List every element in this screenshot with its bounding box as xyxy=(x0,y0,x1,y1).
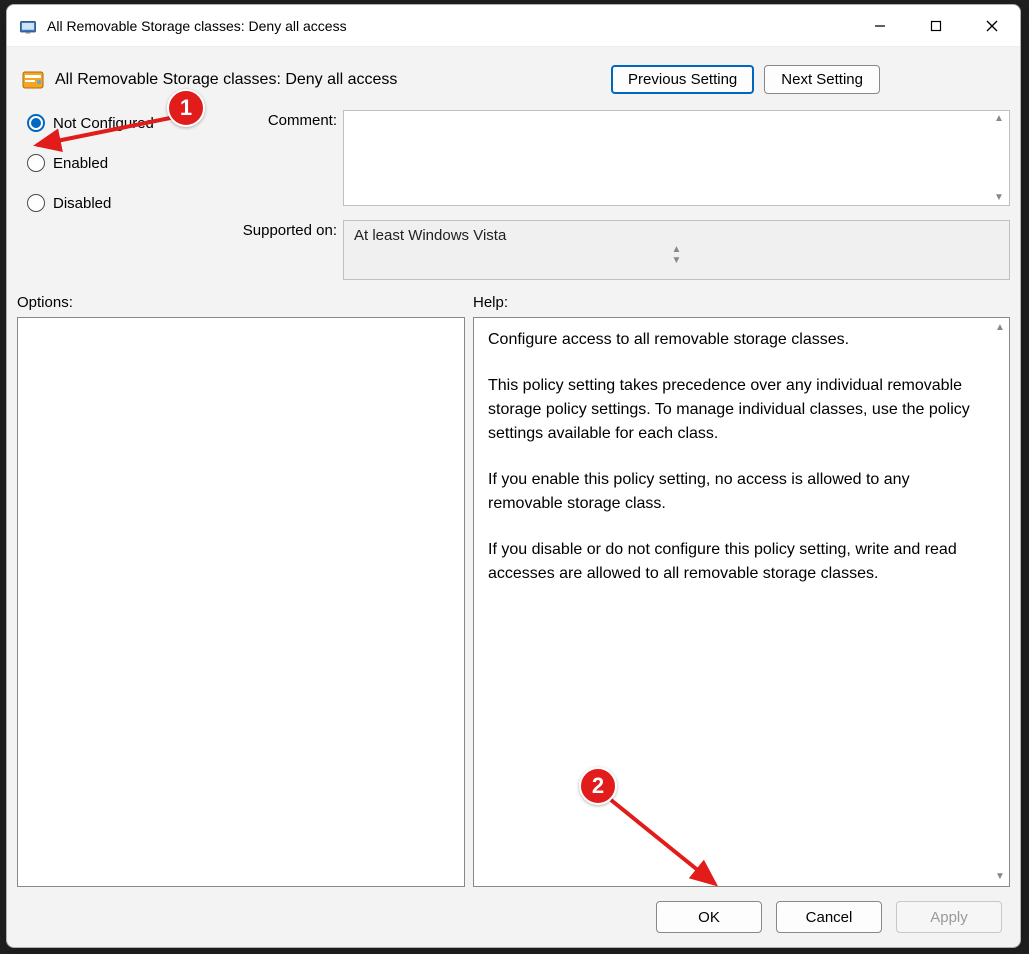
state-radios: Not Configured Enabled Disabled xyxy=(17,110,197,280)
help-text: Configure access to all removable storag… xyxy=(474,318,991,886)
cancel-button[interactable]: Cancel xyxy=(776,901,882,933)
help-paragraph: Configure access to all removable storag… xyxy=(488,328,977,352)
maximize-button[interactable] xyxy=(908,5,964,46)
help-paragraph: This policy setting takes precedence ove… xyxy=(488,374,977,446)
next-setting-button[interactable]: Next Setting xyxy=(764,65,880,94)
fields: Comment: ▲ ▼ Supported on: At least Wind… xyxy=(217,110,1010,280)
help-scrollbar[interactable]: ▲ ▼ xyxy=(991,318,1009,886)
dialog-window: All Removable Storage classes: Deny all … xyxy=(6,4,1021,948)
policy-icon xyxy=(21,68,45,92)
apply-button: Apply xyxy=(896,901,1002,933)
policy-header: All Removable Storage classes: Deny all … xyxy=(21,65,1010,94)
titlebar: All Removable Storage classes: Deny all … xyxy=(7,5,1020,47)
footer-buttons: OK Cancel Apply xyxy=(17,887,1010,941)
options-label: Options: xyxy=(17,294,465,311)
nav-buttons: Previous Setting Next Setting xyxy=(611,65,880,94)
scroll-up-icon: ▲ xyxy=(991,322,1009,333)
help-paragraph: If you disable or do not configure this … xyxy=(488,538,977,586)
radio-disabled[interactable]: Disabled xyxy=(27,194,197,212)
app-icon xyxy=(19,17,37,35)
help-label: Help: xyxy=(473,294,508,311)
supported-on-field: At least Windows Vista ▲ ▼ xyxy=(343,220,1010,280)
radio-label: Enabled xyxy=(53,155,108,172)
panes-labels: Options: Help: xyxy=(17,294,1010,311)
radio-icon xyxy=(27,154,45,172)
radio-icon xyxy=(27,194,45,212)
minimize-button[interactable] xyxy=(852,5,908,46)
previous-setting-button[interactable]: Previous Setting xyxy=(611,65,754,94)
radio-enabled[interactable]: Enabled xyxy=(27,154,197,172)
options-pane xyxy=(17,317,465,887)
annotation-badge-2: 2 xyxy=(579,767,617,805)
window-controls xyxy=(852,5,1020,46)
comment-input[interactable]: ▲ ▼ xyxy=(343,110,1010,206)
policy-title: All Removable Storage classes: Deny all … xyxy=(55,71,601,89)
supported-value: At least Windows Vista xyxy=(354,227,506,244)
scroll-up-icon: ▲ xyxy=(354,244,999,255)
supported-label: Supported on: xyxy=(217,220,337,239)
help-paragraph: If you enable this policy setting, no ac… xyxy=(488,468,977,516)
comment-scroll[interactable]: ▲ ▼ xyxy=(991,113,1007,203)
scroll-down-icon: ▼ xyxy=(991,192,1007,203)
radio-label: Not Configured xyxy=(53,115,154,132)
scroll-up-icon: ▲ xyxy=(991,113,1007,124)
ok-button[interactable]: OK xyxy=(656,901,762,933)
scroll-down-icon: ▼ xyxy=(354,255,999,266)
panes: Configure access to all removable storag… xyxy=(17,317,1010,887)
top-form: Not Configured Enabled Disabled Comment:… xyxy=(17,110,1010,280)
supported-scroll[interactable]: ▲ ▼ xyxy=(354,244,999,266)
close-button[interactable] xyxy=(964,5,1020,46)
window-title: All Removable Storage classes: Deny all … xyxy=(47,18,852,34)
content-area: All Removable Storage classes: Deny all … xyxy=(7,47,1020,947)
comment-label: Comment: xyxy=(217,110,337,129)
help-pane: Configure access to all removable storag… xyxy=(473,317,1010,887)
radio-icon xyxy=(27,114,45,132)
annotation-badge-1: 1 xyxy=(167,89,205,127)
scroll-down-icon: ▼ xyxy=(991,871,1009,882)
radio-label: Disabled xyxy=(53,195,111,212)
